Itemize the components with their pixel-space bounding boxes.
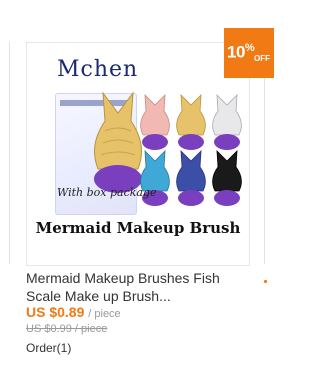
silver-brush-image [212,93,242,150]
product-title-link[interactable]: Mermaid Makeup Brushes Fish Scale Make u… [26,269,258,305]
price-unit: / piece [88,308,121,320]
blue-brush-image [140,149,170,206]
brand-logo: Mchen [57,57,139,82]
discount-value: 10% [227,42,255,62]
discount-off-label: OFF [254,54,270,63]
image-title: Mermaid Makeup Brush [35,219,241,237]
price: US $0.89 [26,304,85,320]
gold-brush-image [176,93,206,150]
discount-badge: 10% OFF [224,28,274,78]
price-line: US $0.89 / piece [26,304,121,320]
product-image[interactable]: Mchen With box package Mermaid Makeup Br… [26,42,250,266]
product-card[interactable]: 10% OFF Mchen With box package Mermaid M… [15,0,274,384]
original-price: US $0.99 / piece [26,323,108,335]
navy-brush-image [176,149,206,206]
next-card-price-mark [264,280,267,283]
black-brush-image [212,149,242,206]
previous-card-edge [0,42,10,264]
pink-brush-image [140,93,170,150]
package-caption: With box package [57,186,157,199]
order-count: Order(1) [26,341,72,355]
